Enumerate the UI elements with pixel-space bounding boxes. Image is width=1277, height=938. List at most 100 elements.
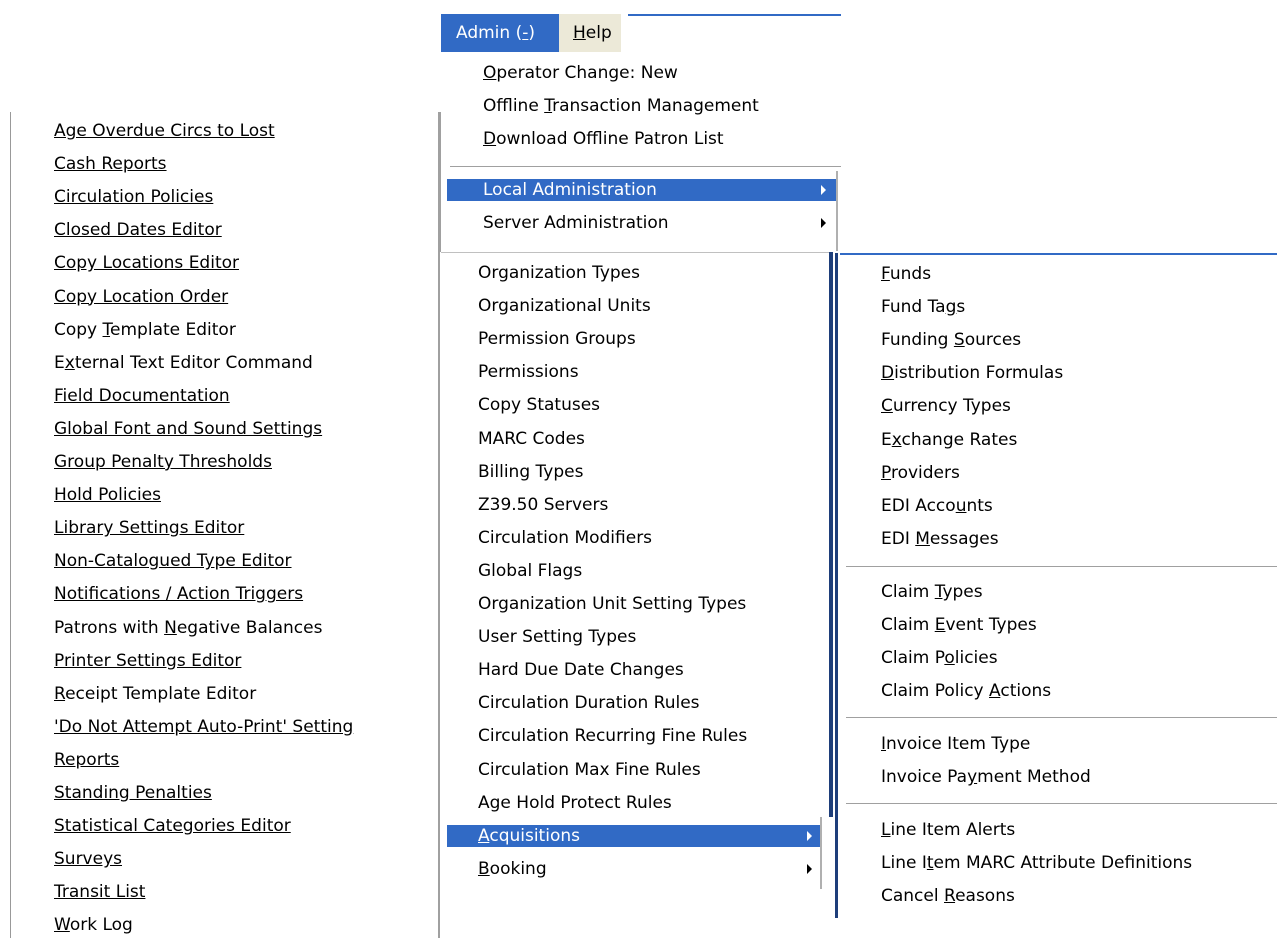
left-menu-item[interactable]: Circulation Policies	[44, 186, 429, 208]
menu-item-label-part: ment Method	[977, 767, 1091, 788]
menu-item-label-part: Age Overdue Circs to Lost	[54, 121, 275, 141]
left-menu-item[interactable]: Notifications / Action Triggers	[44, 583, 429, 605]
server-menu-item[interactable]: Age Hold Protect Rules	[447, 792, 825, 814]
menu-item-label-part: ork Log	[69, 915, 133, 936]
menu-item-label-part: s	[956, 297, 966, 318]
menu-help[interactable]: Help	[559, 14, 621, 52]
acquisitions-menu-item[interactable]: Line Item MARC Attribute Definitions	[841, 852, 1271, 874]
acq-menu-left-border	[835, 253, 838, 918]
server-menu-item[interactable]: Permissions	[447, 361, 825, 383]
acquisitions-menu-item[interactable]: Fund Tags	[841, 296, 1271, 318]
server-menu-item[interactable]: Organization Types	[447, 262, 825, 284]
left-menu-item[interactable]: Closed Dates Editor	[44, 219, 429, 241]
acquisitions-menu-item[interactable]: EDI Accounts	[841, 495, 1271, 517]
menu-item-label-part: Claim P	[881, 648, 945, 669]
menu-item-label-part: t	[926, 853, 934, 874]
acquisitions-menu-item[interactable]: Distribution Formulas	[841, 362, 1271, 384]
server-menu-item[interactable]: Circulation Duration Rules	[447, 692, 825, 714]
menu-item-label-part: C	[881, 396, 893, 417]
menu-acquisitions[interactable]: Acquisitions	[447, 825, 820, 847]
menu-item-label-part: M	[915, 528, 930, 549]
acquisitions-menu-item[interactable]: Exchange Rates	[841, 429, 1271, 451]
left-menu-item[interactable]: Field Documentation	[44, 385, 429, 407]
menu-item-label-part: Surveys	[54, 849, 122, 870]
server-menu-item[interactable]: User Setting Types	[447, 626, 825, 648]
menu-item-label-part: eceipt Template Editor	[65, 683, 257, 704]
left-menu-item[interactable]: 'Do Not Attempt Auto-Print' Setting	[44, 716, 429, 738]
acquisitions-menu-item[interactable]: Currency Types	[841, 395, 1271, 417]
menu-item-label-part: ownload Offline Patron List	[496, 129, 724, 149]
acquisitions-menu-item[interactable]: Funding Sources	[841, 329, 1271, 351]
left-menu-item[interactable]: Copy Location Order	[44, 286, 429, 308]
acq-menu-separator	[846, 566, 1277, 567]
menu-item-label-part: Cash Reports	[54, 154, 167, 175]
server-menu-item[interactable]: Circulation Modifiers	[447, 527, 825, 549]
acquisitions-menu-item[interactable]: Invoice Payment Method	[841, 766, 1271, 788]
acquisitions-menu-item[interactable]: EDI Messages	[841, 528, 1271, 550]
left-menu-item[interactable]: Group Penalty Thresholds	[44, 451, 429, 473]
server-menu-item[interactable]: MARC Codes	[447, 428, 825, 450]
acquisitions-menu-item[interactable]: Claim Policy Actions	[841, 680, 1271, 702]
menu-item-label-part: E	[881, 429, 892, 450]
acquisitions-menu-item[interactable]: Cancel Reasons	[841, 885, 1271, 907]
menu-item-label-part: Cancel	[881, 886, 944, 907]
menu-item-label-part: Copy Locations Editor	[54, 253, 239, 274]
menu-item-label-part: Offline	[483, 96, 545, 116]
menu-item-label-part: 'Do Not Attempt Auto-Print' Setting	[54, 716, 354, 737]
acquisitions-menu-item[interactable]: Claim Types	[841, 581, 1271, 603]
left-menu-item[interactable]: Non-Catalogued Type Editor	[44, 550, 429, 572]
menu-server-administration[interactable]: Server Administration	[447, 212, 836, 234]
menu-item-label-part: Funding	[881, 330, 954, 351]
server-menu-item[interactable]: Circulation Max Fine Rules	[447, 759, 825, 781]
menu-admin[interactable]: Admin (-)	[441, 14, 559, 52]
acquisitions-menu-item[interactable]: Funds	[841, 263, 1271, 285]
left-menu-item[interactable]: Copy Template Editor	[44, 319, 429, 341]
server-menu-item[interactable]: Circulation Recurring Fine Rules	[447, 725, 825, 747]
menu-item-label-part: ine Item Alerts	[890, 820, 1016, 840]
server-menu-item[interactable]: Hard Due Date Changes	[447, 659, 825, 681]
left-menu-item[interactable]: Patrons with Negative Balances	[44, 617, 429, 639]
left-menu-item[interactable]: Cash Reports	[44, 153, 429, 175]
menu-item-label-part: ternal Text Editor Command	[74, 352, 313, 373]
menu-booking[interactable]: Booking	[447, 858, 820, 880]
acquisitions-menu-item[interactable]: Providers	[841, 462, 1271, 484]
left-menu-item[interactable]: Receipt Template Editor	[44, 683, 429, 705]
server-menu-item[interactable]: Permission Groups	[447, 328, 825, 350]
server-menu-item[interactable]: Copy Statuses	[447, 394, 825, 416]
menu-item-label-part: Closed Dates Editor	[54, 220, 222, 241]
acquisitions-menu-item[interactable]: Invoice Item Type	[841, 733, 1271, 755]
left-menu-item[interactable]: Hold Policies	[44, 484, 429, 506]
menu-item-label-part: em MARC Attribute Definitions	[933, 853, 1193, 874]
server-menu-item[interactable]: Billing Types	[447, 461, 825, 483]
left-menu-item[interactable]: Global Font and Sound Settings	[44, 418, 429, 440]
left-menu-item[interactable]: Reports	[44, 749, 429, 771]
left-menu-item[interactable]: Library Settings Editor	[44, 517, 429, 539]
admin-menu-item[interactable]: Offline Transaction Management	[447, 95, 836, 117]
menu-item-label-part: E	[54, 352, 65, 373]
menu-item-label-part: g	[945, 297, 957, 318]
left-menu-item[interactable]: Transit List	[44, 881, 429, 903]
left-menu-item[interactable]: Copy Locations Editor	[44, 252, 429, 274]
menu-local-administration[interactable]: Local Administration	[447, 179, 836, 201]
acquisitions-menu-item[interactable]: Claim Event Types	[841, 614, 1271, 636]
left-menu-item[interactable]: Standing Penalties	[44, 782, 429, 804]
menu-item-label-part: Library Settings Editor	[54, 518, 245, 539]
left-menu-item[interactable]: Work Log	[44, 914, 429, 936]
left-menu-item[interactable]: Printer Settings Editor	[44, 650, 429, 672]
menu-item-label-part: S	[953, 330, 965, 351]
left-menu-item[interactable]: External Text Editor Command	[44, 352, 429, 374]
acquisitions-menu-item[interactable]: Claim Policies	[841, 647, 1271, 669]
admin-menu-item[interactable]: Operator Change: New	[447, 62, 836, 84]
server-menu-item[interactable]: Organization Unit Setting Types	[447, 593, 825, 615]
left-panel-border	[10, 112, 11, 938]
acquisitions-menu-item[interactable]: Line Item Alerts	[841, 819, 1271, 841]
left-menu-item[interactable]: Surveys	[44, 848, 429, 870]
left-menu-item[interactable]: Age Overdue Circs to Lost	[44, 120, 429, 142]
menu-item-label-part: nts	[966, 495, 993, 516]
server-menu-item[interactable]: Global Flags	[447, 560, 825, 582]
submenu-arrow-icon	[807, 831, 812, 841]
server-menu-item[interactable]: Z39.50 Servers	[447, 494, 825, 516]
left-menu-item[interactable]: Statistical Categories Editor	[44, 815, 429, 837]
server-menu-item[interactable]: Organizational Units	[447, 295, 825, 317]
admin-menu-item[interactable]: Download Offline Patron List	[447, 128, 836, 150]
